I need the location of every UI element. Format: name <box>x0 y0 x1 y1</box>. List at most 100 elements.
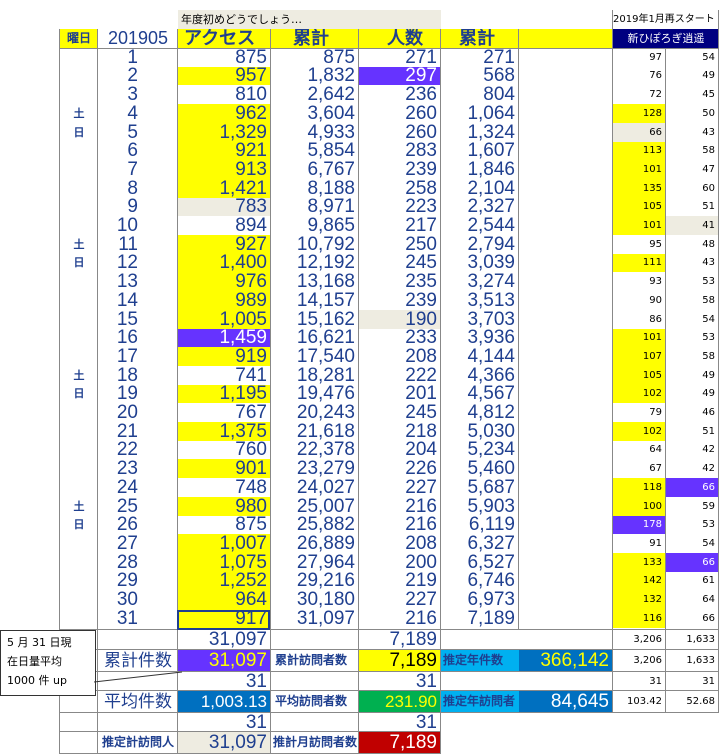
weekday-cell[interactable]: 日 <box>60 254 98 272</box>
people-cell[interactable]: 258 <box>359 179 441 198</box>
cumulative-access-cell[interactable]: 27,964 <box>271 553 359 572</box>
cumulative-access-cell[interactable]: 13,168 <box>271 272 359 291</box>
access-cell[interactable]: 913 <box>178 160 271 179</box>
weekday-cell[interactable] <box>60 609 98 628</box>
people-cell[interactable]: 245 <box>359 403 441 422</box>
cumulative-people-cell[interactable]: 4,812 <box>441 403 519 422</box>
date-cell[interactable]: 10 <box>98 216 178 235</box>
people-cell[interactable]: 222 <box>359 366 441 385</box>
cumulative-people-cell[interactable]: 4,366 <box>441 366 519 385</box>
weekday-cell[interactable] <box>60 160 98 179</box>
weekday-cell[interactable] <box>60 553 98 572</box>
right-col-1-cell[interactable]: 97 <box>613 48 666 67</box>
access-cell[interactable]: 1,252 <box>178 572 271 590</box>
access-cell[interactable]: 1,007 <box>178 534 271 553</box>
date-cell[interactable]: 25 <box>98 497 178 516</box>
people-cell[interactable]: 216 <box>359 516 441 534</box>
people-cell[interactable]: 260 <box>359 104 441 123</box>
cumulative-people-cell[interactable]: 1,846 <box>441 160 519 179</box>
access-cell[interactable]: 901 <box>178 459 271 478</box>
right-col-1-cell[interactable]: 102 <box>613 385 666 403</box>
cumulative-people-cell[interactable]: 6,746 <box>441 572 519 590</box>
right-col-2-cell[interactable]: 60 <box>666 179 719 198</box>
right-col-1-cell[interactable]: 101 <box>613 216 666 235</box>
weekday-cell[interactable] <box>60 291 98 310</box>
cumulative-people-cell[interactable]: 6,119 <box>441 516 519 534</box>
cumulative-people-cell[interactable]: 5,234 <box>441 441 519 459</box>
weekday-cell[interactable] <box>60 142 98 160</box>
access-cell[interactable]: 783 <box>178 198 271 216</box>
right-col-1-cell[interactable]: 95 <box>613 235 666 254</box>
date-cell[interactable]: 14 <box>98 291 178 310</box>
date-cell[interactable]: 22 <box>98 441 178 459</box>
date-cell[interactable]: 2 <box>98 67 178 85</box>
date-cell[interactable]: 11 <box>98 235 178 254</box>
access-cell[interactable]: 1,375 <box>178 422 271 441</box>
access-cell[interactable]: 760 <box>178 441 271 459</box>
access-cell[interactable]: 957 <box>178 67 271 85</box>
people-cell[interactable]: 204 <box>359 441 441 459</box>
weekday-cell[interactable] <box>60 216 98 235</box>
cumulative-people-cell[interactable]: 2,327 <box>441 198 519 216</box>
access-cell[interactable]: 980 <box>178 497 271 516</box>
people-cell[interactable]: 216 <box>359 497 441 516</box>
cumulative-people-cell[interactable]: 4,144 <box>441 347 519 366</box>
right-col-1-cell[interactable]: 66 <box>613 123 666 142</box>
cumulative-access-cell[interactable]: 23,279 <box>271 459 359 478</box>
weekday-cell[interactable] <box>60 272 98 291</box>
cumulative-access-cell[interactable]: 20,243 <box>271 403 359 422</box>
date-cell[interactable]: 17 <box>98 347 178 366</box>
people-cell[interactable]: 219 <box>359 572 441 590</box>
cumulative-people-cell[interactable]: 1,324 <box>441 123 519 142</box>
access-cell[interactable]: 976 <box>178 272 271 291</box>
right-col-1-cell[interactable]: 67 <box>613 459 666 478</box>
weekday-cell[interactable] <box>60 347 98 366</box>
right-col-2-cell[interactable]: 58 <box>666 142 719 160</box>
access-cell[interactable]: 989 <box>178 291 271 310</box>
right-col-1-cell[interactable]: 64 <box>613 441 666 459</box>
right-col-2-cell[interactable]: 42 <box>666 441 719 459</box>
people-cell[interactable]: 226 <box>359 459 441 478</box>
people-cell[interactable]: 200 <box>359 553 441 572</box>
weekday-cell[interactable] <box>60 572 98 590</box>
cumulative-access-cell[interactable]: 3,604 <box>271 104 359 123</box>
right-col-2-cell[interactable]: 66 <box>666 478 719 497</box>
right-col-2-cell[interactable]: 59 <box>666 497 719 516</box>
right-col-2-cell[interactable]: 58 <box>666 347 719 366</box>
cumulative-people-cell[interactable]: 2,544 <box>441 216 519 235</box>
right-col-2-cell[interactable]: 51 <box>666 198 719 216</box>
date-cell[interactable]: 26 <box>98 516 178 534</box>
cumulative-access-cell[interactable]: 29,216 <box>271 572 359 590</box>
date-cell[interactable]: 16 <box>98 329 178 347</box>
access-cell[interactable]: 1,459 <box>178 329 271 347</box>
cumulative-people-cell[interactable]: 6,327 <box>441 534 519 553</box>
right-col-2-cell[interactable]: 66 <box>666 553 719 572</box>
date-cell[interactable]: 1 <box>98 48 178 67</box>
weekday-cell[interactable] <box>60 67 98 85</box>
right-col-1-cell[interactable]: 101 <box>613 329 666 347</box>
people-cell[interactable]: 201 <box>359 385 441 403</box>
right-col-1-cell[interactable]: 105 <box>613 198 666 216</box>
date-cell[interactable]: 18 <box>98 366 178 385</box>
cumulative-people-cell[interactable]: 7,189 <box>441 609 519 628</box>
access-cell[interactable]: 964 <box>178 590 271 609</box>
cumulative-people-cell[interactable]: 3,274 <box>441 272 519 291</box>
weekday-cell[interactable]: 日 <box>60 123 98 142</box>
cumulative-access-cell[interactable]: 21,618 <box>271 422 359 441</box>
right-col-1-cell[interactable]: 101 <box>613 160 666 179</box>
access-cell[interactable]: 1,195 <box>178 385 271 403</box>
right-col-1-cell[interactable]: 105 <box>613 366 666 385</box>
date-cell[interactable]: 6 <box>98 142 178 160</box>
weekday-cell[interactable] <box>60 48 98 67</box>
people-cell[interactable]: 271 <box>359 48 441 67</box>
date-cell[interactable]: 21 <box>98 422 178 441</box>
cumulative-access-cell[interactable]: 4,933 <box>271 123 359 142</box>
cumulative-access-cell[interactable]: 1,832 <box>271 67 359 85</box>
date-cell[interactable]: 4 <box>98 104 178 123</box>
cumulative-people-cell[interactable]: 5,460 <box>441 459 519 478</box>
right-col-1-cell[interactable]: 91 <box>613 534 666 553</box>
right-col-1-cell[interactable]: 111 <box>613 254 666 272</box>
right-col-2-cell[interactable]: 54 <box>666 48 719 67</box>
cumulative-access-cell[interactable]: 17,540 <box>271 347 359 366</box>
right-col-2-cell[interactable]: 46 <box>666 403 719 422</box>
